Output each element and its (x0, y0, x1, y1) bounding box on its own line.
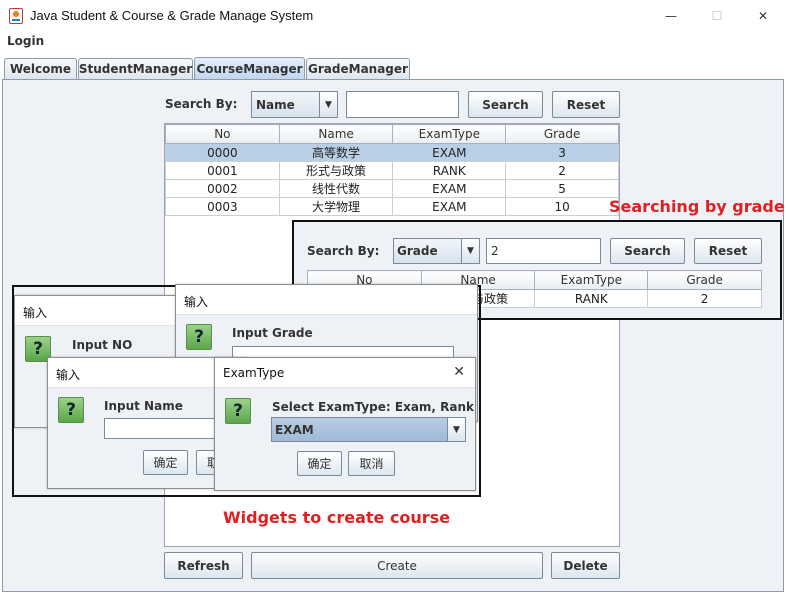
question-icon: ? (225, 398, 251, 424)
cell-grade: 2 (505, 161, 619, 180)
course-table: No Name ExamType Grade 0000 高等数学 EXAM 3 … (165, 124, 619, 216)
cell-name: 高等数学 (278, 143, 394, 162)
cell-grade: 5 (505, 179, 619, 198)
delete-button[interactable]: Delete (551, 552, 620, 579)
tab-welcome[interactable]: Welcome (4, 58, 77, 79)
input-no-label: Input NO (72, 338, 133, 352)
input-name-field[interactable] (104, 418, 216, 439)
cell-grade: 2 (647, 289, 762, 308)
demo-search-field-select[interactable]: Grade ▼ (393, 238, 480, 264)
annotation-searching-by-grade: Searching by grade (609, 197, 785, 216)
tab-grade-manager[interactable]: GradeManager (306, 58, 410, 79)
close-icon[interactable]: ✕ (453, 364, 465, 380)
table-row[interactable]: 0000 高等数学 EXAM 3 (165, 143, 619, 162)
cell-name: 形式与政策 (278, 161, 394, 180)
chevron-down-icon: ▼ (461, 239, 479, 263)
input-name-cancel-button[interactable]: 取 (196, 450, 219, 475)
cell-examtype: EXAM (392, 143, 507, 162)
maximize-button[interactable]: ☐ (694, 0, 740, 31)
menu-login[interactable]: Login (7, 34, 44, 48)
menu-bar (0, 31, 786, 53)
col-header-no[interactable]: No (165, 124, 280, 144)
dialog-title: 输入 (56, 368, 81, 382)
reset-button[interactable]: Reset (552, 91, 620, 118)
question-icon: ? (58, 397, 84, 423)
close-button[interactable]: ✕ (740, 0, 786, 31)
demo-reset-button[interactable]: Reset (694, 238, 762, 264)
search-button[interactable]: Search (468, 91, 543, 118)
dialog-title: ExamType (223, 366, 285, 380)
cell-name: 线性代数 (278, 179, 394, 198)
col-header-examtype[interactable]: ExamType (534, 270, 649, 290)
exam-type-ok-button[interactable]: 确定 (297, 451, 342, 476)
cell-no: 0000 (165, 143, 280, 162)
demo-search-by-label: Search By: (307, 244, 380, 258)
cell-name: 大学物理 (278, 197, 394, 216)
chevron-down-icon: ▼ (447, 418, 465, 441)
table-row[interactable]: 0001 形式与政策 RANK 2 (165, 161, 619, 180)
java-app-icon (9, 8, 23, 24)
cell-examtype: RANK (534, 289, 649, 308)
minimize-button[interactable]: — (648, 0, 694, 31)
input-name-label: Input Name (104, 399, 183, 413)
question-icon: ? (186, 324, 212, 350)
window-title: Java Student & Course & Grade Manage Sys… (30, 8, 314, 23)
exam-type-select[interactable]: EXAM ▼ (271, 417, 466, 442)
search-field-select[interactable]: Name ▼ (251, 91, 338, 118)
exam-type-value: EXAM (275, 422, 314, 437)
cell-examtype: EXAM (392, 197, 507, 216)
refresh-button[interactable]: Refresh (164, 552, 243, 579)
chevron-down-icon: ▼ (319, 92, 337, 117)
table-row[interactable]: 0002 线性代数 EXAM 5 (165, 179, 619, 198)
cell-grade: 10 (505, 197, 619, 216)
tab-course-manager[interactable]: CourseManager (194, 57, 305, 79)
col-header-name[interactable]: Name (278, 124, 394, 144)
cell-no: 0003 (165, 197, 280, 216)
cell-grade: 3 (505, 143, 619, 162)
search-field-value: Name (256, 97, 295, 112)
demo-search-field-value: Grade (397, 244, 438, 258)
col-header-grade[interactable]: Grade (647, 270, 762, 290)
cell-examtype: EXAM (392, 179, 507, 198)
dialog-title: 输入 (184, 295, 209, 309)
demo-search-input[interactable]: 2 (486, 238, 601, 264)
dialog-title: 输入 (23, 306, 48, 320)
col-header-grade[interactable]: Grade (505, 124, 619, 144)
table-row[interactable]: 0003 大学物理 EXAM 10 (165, 197, 619, 216)
cell-no: 0001 (165, 161, 280, 180)
annotation-create-widgets: Widgets to create course (223, 508, 451, 527)
exam-type-cancel-button[interactable]: 取消 (348, 451, 395, 476)
cell-no: 0002 (165, 179, 280, 198)
input-name-ok-button[interactable]: 确定 (143, 450, 188, 475)
cell-examtype: RANK (392, 161, 507, 180)
search-input[interactable] (346, 91, 459, 118)
exam-type-label: Select ExamType: Exam, Rank (272, 400, 475, 414)
search-by-label: Search By: (165, 97, 238, 111)
table-header-row: No Name ExamType Grade (165, 124, 619, 144)
input-grade-label: Input Grade (232, 326, 313, 340)
create-button[interactable]: Create (251, 552, 543, 579)
demo-search-button[interactable]: Search (610, 238, 685, 264)
col-header-examtype[interactable]: ExamType (392, 124, 507, 144)
tab-student-manager[interactable]: StudentManager (78, 58, 193, 79)
